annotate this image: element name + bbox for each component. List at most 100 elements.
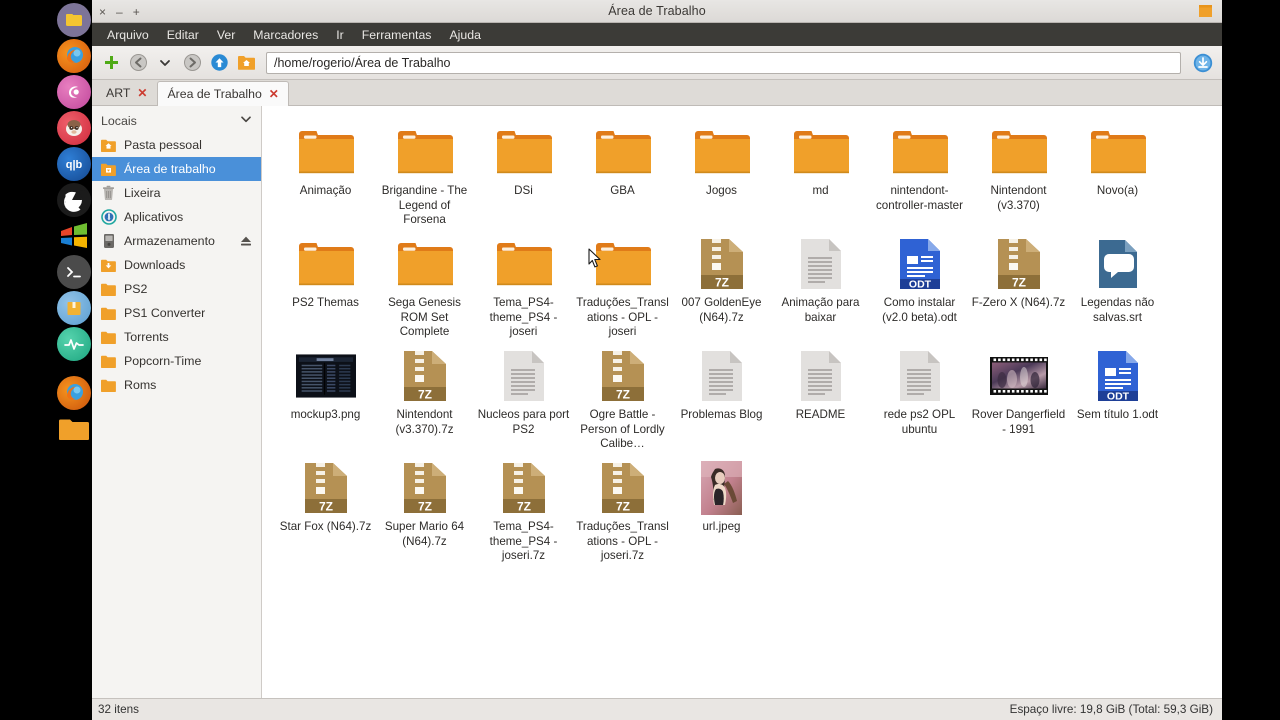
sidebar-item-lixeira[interactable]: Lixeira: [92, 181, 261, 205]
sidebar-item-ps2[interactable]: PS2: [92, 277, 261, 301]
file-item[interactable]: Jogos: [672, 118, 771, 230]
file-item-label: mockup3.png: [290, 408, 361, 421]
path-input[interactable]: /home/rogerio/Área de Trabalho: [266, 51, 1181, 74]
folder-launcher-icon[interactable]: [57, 412, 91, 446]
file-item[interactable]: 7Z Traduções_Translations - OPL - joseri.…: [573, 454, 672, 566]
file-item-label: DSi: [514, 184, 533, 197]
file-item[interactable]: Sega Genesis ROM Set Complete: [375, 230, 474, 342]
back-icon[interactable]: [127, 52, 149, 74]
menu-ir[interactable]: Ir: [327, 25, 353, 45]
menu-ferramentas[interactable]: Ferramentas: [353, 25, 441, 45]
file-item[interactable]: mockup3.png: [276, 342, 375, 454]
download-icon[interactable]: [1192, 52, 1214, 74]
files-launcher-icon[interactable]: [57, 3, 91, 37]
file-item[interactable]: Problemas Blog: [672, 342, 771, 454]
file-item[interactable]: Brigandine - The Legend of Forsena: [375, 118, 474, 230]
image-dark-icon: [295, 348, 356, 404]
file-item[interactable]: Animação para baixar: [771, 230, 870, 342]
file-item[interactable]: Nucleos para port PS2: [474, 342, 573, 454]
firefox-launcher-icon[interactable]: [57, 39, 91, 73]
file-item[interactable]: Rover Dangerfield - 1991: [969, 342, 1068, 454]
file-item[interactable]: rede ps2 OPL ubuntu: [870, 342, 969, 454]
chevron-down-icon[interactable]: [240, 113, 252, 128]
sidebar-item-roms[interactable]: Roms: [92, 373, 261, 397]
video-icon: [989, 348, 1049, 404]
file-item[interactable]: 7Z 007 GoldenEye (N64).7z: [672, 230, 771, 342]
file-icon-view[interactable]: Animação Brigandine - The Legend of Forse…: [262, 106, 1222, 698]
amule-launcher-icon[interactable]: [57, 75, 91, 109]
up-icon[interactable]: [208, 52, 230, 74]
sidebar-item-area-de-trabalho[interactable]: Área de trabalho: [92, 157, 261, 181]
text-icon: [791, 348, 851, 404]
file-item[interactable]: url.jpeg: [672, 454, 771, 566]
window-close-button[interactable]: ×: [99, 6, 106, 18]
sidebar-item-pasta-pessoal[interactable]: Pasta pessoal: [92, 133, 261, 157]
menu-ver[interactable]: Ver: [208, 25, 244, 45]
sidebar-item-popcorn-time[interactable]: Popcorn-Time: [92, 349, 261, 373]
tab-art[interactable]: ART ✕: [96, 80, 157, 105]
file-item-label: 007 GoldenEye (N64).7z: [681, 296, 762, 324]
file-item[interactable]: 7Z Tema_PS4-theme_PS4 - joseri.7z: [474, 454, 573, 566]
file-item[interactable]: ODT Sem título 1.odt: [1068, 342, 1167, 454]
tab-area-de-trabalho-close-icon[interactable]: ✕: [269, 87, 279, 101]
archive7z-icon: 7Z: [296, 460, 356, 516]
file-item[interactable]: 7Z Nintendont (v3.370).7z: [375, 342, 474, 454]
archive-manager-launcher-icon[interactable]: [57, 291, 91, 325]
window-controls[interactable]: × – +: [99, 0, 140, 23]
text-icon: [890, 348, 950, 404]
audio-app-launcher-icon[interactable]: q|b: [57, 147, 91, 181]
sidebar-item-label: PS2: [124, 282, 148, 296]
ubuntu-software-launcher-icon[interactable]: [57, 183, 91, 217]
file-item[interactable]: Novo(a): [1068, 118, 1167, 230]
file-item[interactable]: DSi: [474, 118, 573, 230]
file-item[interactable]: Traduções_Translations - OPL - joseri: [573, 230, 672, 342]
file-item[interactable]: Legendas não salvas.srt: [1068, 230, 1167, 342]
file-item[interactable]: Animação: [276, 118, 375, 230]
system-monitor-launcher-icon[interactable]: [57, 327, 91, 361]
sidebar-item-torrents[interactable]: Torrents: [92, 325, 261, 349]
firefox2-launcher-icon[interactable]: [57, 376, 91, 410]
windows-app-launcher-icon[interactable]: [57, 219, 91, 253]
odt-icon: ODT: [1088, 348, 1148, 404]
window-minimize-button[interactable]: –: [116, 6, 123, 18]
file-item[interactable]: Tema_PS4-theme_PS4 - joseri: [474, 230, 573, 342]
file-item[interactable]: 7Z Super Mario 64 (N64).7z: [375, 454, 474, 566]
tab-art-close-icon[interactable]: ✕: [137, 86, 147, 100]
menu-editar[interactable]: Editar: [158, 25, 208, 45]
sidebar-item-ps1-converter[interactable]: PS1 Converter: [92, 301, 261, 325]
window-maximize-button[interactable]: +: [133, 6, 140, 18]
file-item[interactable]: GBA: [573, 118, 672, 230]
menu-ajuda[interactable]: Ajuda: [440, 25, 489, 45]
terminal-launcher-icon[interactable]: [57, 255, 91, 289]
svg-text:ODT: ODT: [908, 279, 931, 291]
window-body: Locais Pasta pessoal Área de trabalho Li…: [92, 106, 1222, 698]
tab-strip[interactable]: ART ✕ Área de Trabalho ✕: [92, 80, 1222, 106]
file-item[interactable]: ODT Como instalar (v2.0 beta).odt: [870, 230, 969, 342]
menu-arquivo[interactable]: Arquivo: [98, 25, 158, 45]
file-item[interactable]: 7Z Ogre Battle - Person of Lordly Calibe…: [573, 342, 672, 454]
file-item[interactable]: PS2 Themas: [276, 230, 375, 342]
file-item[interactable]: README: [771, 342, 870, 454]
svg-text:7Z: 7Z: [318, 500, 332, 514]
eject-icon[interactable]: [239, 234, 253, 248]
monkey-app-launcher-icon[interactable]: [57, 111, 91, 145]
unity-launcher[interactable]: q|b: [0, 0, 92, 720]
file-item[interactable]: md: [771, 118, 870, 230]
new-tab-icon[interactable]: [100, 52, 122, 74]
sidebar-item-label: Lixeira: [124, 186, 161, 200]
sidebar-header[interactable]: Locais: [92, 110, 261, 133]
menu-bar[interactable]: Arquivo Editar Ver Marcadores Ir Ferrame…: [92, 23, 1222, 46]
file-item[interactable]: Nintendont (v3.370): [969, 118, 1068, 230]
forward-icon[interactable]: [181, 52, 203, 74]
file-item[interactable]: 7Z Star Fox (N64).7z: [276, 454, 375, 566]
sidebar-item-armazenamento[interactable]: Armazenamento: [92, 229, 261, 253]
history-dropdown-icon[interactable]: [154, 52, 176, 74]
menu-marcadores[interactable]: Marcadores: [244, 25, 327, 45]
file-item[interactable]: nintendont-controller-master: [870, 118, 969, 230]
tab-area-de-trabalho[interactable]: Área de Trabalho ✕: [157, 81, 289, 106]
home-folder-icon[interactable]: [235, 52, 257, 74]
file-item[interactable]: 7Z F-Zero X (N64).7z: [969, 230, 1068, 342]
sidebar-item-downloads[interactable]: Downloads: [92, 253, 261, 277]
tab-art-label: ART: [106, 86, 131, 100]
sidebar-item-aplicativos[interactable]: Aplicativos: [92, 205, 261, 229]
